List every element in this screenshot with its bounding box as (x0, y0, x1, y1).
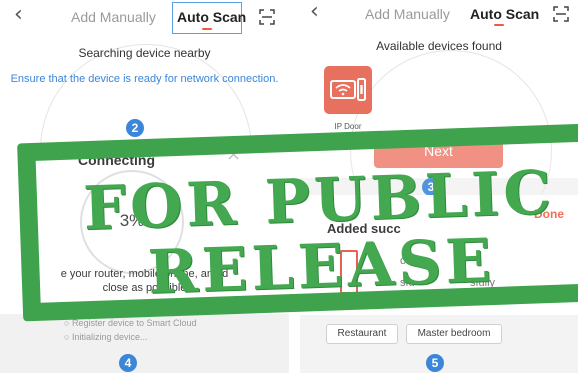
stamp-line-1: FOR PUBLIC (82, 157, 557, 245)
scan-frame-icon[interactable] (259, 9, 275, 25)
step-badge-2: 2 (126, 119, 144, 137)
tab-auto-scan[interactable]: Auto Scan (177, 9, 246, 25)
device-label: IP Door (334, 122, 362, 131)
room-chip-restaurant[interactable]: Restaurant (326, 324, 398, 344)
step-badge-4: 4 (119, 354, 137, 372)
left-top-bar: ‹ Add Manually Auto Scan (0, 0, 289, 34)
tab-add-manually[interactable]: Add Manually (71, 9, 156, 25)
back-arrow-icon[interactable]: ‹ (310, 0, 319, 24)
active-tab-indicator (202, 28, 212, 30)
video-doorbell-icon (330, 78, 366, 101)
tab-auto-scan[interactable]: Auto Scan (470, 6, 539, 22)
status-bullet-icon: ○ (64, 332, 72, 342)
searching-title: Searching device nearby (78, 46, 211, 60)
device-tile-ip-door[interactable] (324, 66, 372, 114)
tab-add-manually[interactable]: Add Manually (365, 6, 450, 22)
found-title: Available devices found (376, 39, 502, 53)
right-top-bar: ‹ Add Manually Auto Scan (300, 0, 578, 30)
searching-hint: Ensure that the device is ready for netw… (10, 73, 279, 85)
searching-card: Searching device nearby Ensure that the … (0, 34, 289, 256)
status-item: ○ Initializing device... (64, 332, 148, 342)
room-chip-master-bedroom[interactable]: Master bedroom (406, 324, 502, 344)
step-badge-5: 5 (426, 354, 444, 372)
active-tab-indicator (494, 24, 504, 26)
status-item: ○ Register device to Smart Cloud (64, 318, 197, 328)
public-release-stamp: FOR PUBLIC RELEASE (17, 122, 578, 322)
scan-frame-icon[interactable] (553, 6, 569, 22)
back-arrow-icon[interactable]: ‹ (14, 3, 23, 27)
